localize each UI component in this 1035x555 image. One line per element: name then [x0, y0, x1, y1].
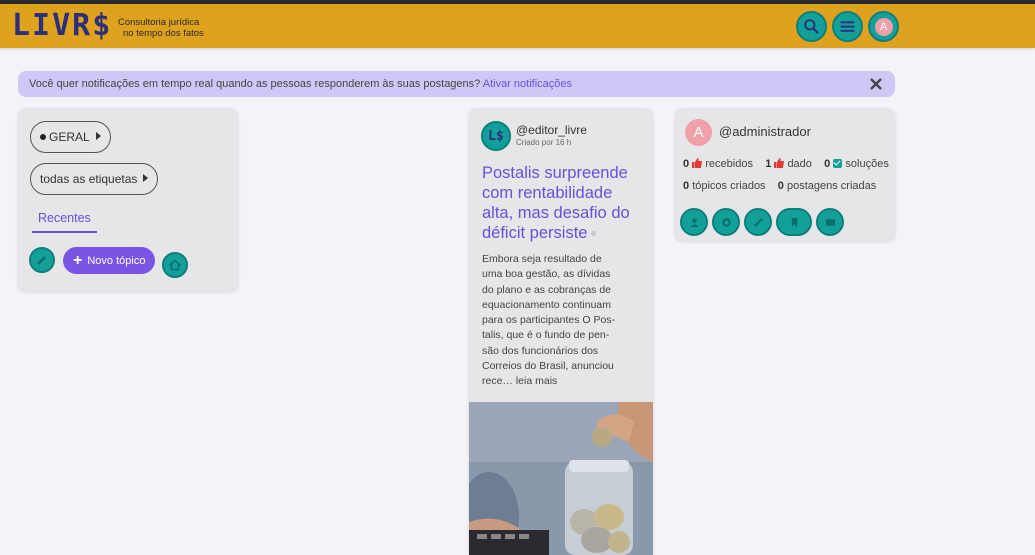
given-count: 1	[765, 158, 772, 170]
topic-meta: Criado por 16 h	[516, 138, 572, 147]
profile-button[interactable]	[680, 208, 708, 236]
posts-label: postagens criadas	[786, 180, 877, 192]
notification-text: Você quer notificações em tempo real qua…	[29, 78, 481, 90]
notification-banner: Você quer notificações em tempo real qua…	[18, 71, 895, 97]
status-dot-icon	[591, 231, 597, 236]
topics-label: tópicos criados	[692, 180, 766, 192]
category-label: GERAL	[49, 130, 90, 144]
tags-dropdown[interactable]: todas as etiquetas	[30, 163, 159, 195]
caret-right-icon	[95, 132, 101, 140]
category-color-dot	[40, 134, 46, 140]
enable-notifications-link[interactable]: Ativar notificações	[483, 78, 572, 90]
excerpt-line: talis, que é o fundo de pen-	[482, 329, 610, 342]
preferences-button[interactable]	[712, 208, 740, 236]
plus-icon: +	[73, 252, 83, 269]
topics-stats: 0 tópicos criados 0 postagens criadas	[683, 180, 876, 192]
tab-recentes[interactable]: Recentes	[32, 211, 97, 233]
excerpt-line: Embora seja resultado de	[482, 253, 602, 265]
search-icon	[804, 19, 819, 34]
thumbs-up-icon	[774, 158, 785, 168]
close-icon[interactable]	[869, 77, 883, 91]
notifications-level-button[interactable]	[162, 252, 188, 278]
wrench-icon	[37, 256, 46, 265]
thumbs-up-icon	[692, 158, 703, 168]
search-button[interactable]	[796, 11, 827, 42]
topic-thumbnail-image[interactable]	[469, 402, 653, 555]
received-count: 0	[683, 158, 690, 170]
new-topic-label: Novo tópico	[87, 255, 146, 267]
edit-button[interactable]	[744, 208, 772, 236]
user-icon	[689, 217, 699, 227]
posts-count: 0	[777, 180, 784, 192]
author-avatar[interactable]: L$	[481, 121, 511, 151]
profile-username[interactable]: @administrador	[719, 124, 811, 139]
user-menu-button[interactable]: A	[868, 11, 899, 42]
category-dropdown[interactable]: GERAL	[30, 121, 111, 153]
excerpt-line[interactable]: rece… leia mais	[482, 374, 622, 389]
site-tagline: Consultoria jurídica no tempo dos fatos	[118, 17, 204, 39]
excerpt-line: são dos funcionários dos	[482, 344, 599, 357]
topic-title-text[interactable]: Postalis surpreende com rentabilidade al…	[482, 164, 630, 242]
caret-right-icon	[143, 174, 149, 182]
tagline-line-1: Consultoria jurídica	[118, 17, 200, 28]
menu-icon	[840, 21, 855, 32]
filter-panel: GERAL todas as etiquetas Recentes + Novo …	[18, 108, 238, 291]
topics-count: 0	[683, 180, 690, 192]
pencil-icon	[753, 217, 763, 227]
site-header: LIVR$ Consultoria jurídica no tempo dos …	[0, 4, 1035, 48]
excerpt-line: uma boa gestão, as dívidas	[482, 268, 611, 281]
edit-category-button[interactable]	[29, 247, 55, 273]
site-logo[interactable]: LIVR$	[12, 10, 112, 42]
received-label: recebidos	[705, 158, 753, 170]
topic-excerpt: Embora seja resultado de uma boa gestão,…	[482, 252, 622, 390]
likes-stats: 0 recebidos 1 dado 0 soluções	[683, 158, 889, 170]
bookmarks-button[interactable]	[776, 208, 812, 236]
excerpt-line: do plano e as cobranças de	[482, 283, 612, 296]
solutions-count: 0	[824, 158, 831, 170]
messages-button[interactable]	[816, 208, 844, 236]
gear-icon	[721, 217, 731, 227]
topic-card[interactable]: L$ @editor_livre Criado por 16 h Postali…	[469, 108, 653, 555]
menu-button[interactable]	[832, 11, 863, 42]
user-profile-card: A @administrador 0 recebidos 1 dado 0 so…	[675, 108, 895, 241]
avatar: A	[874, 17, 893, 36]
tagline-line-2: no tempo dos fatos	[123, 28, 204, 39]
tags-label: todas as etiquetas	[40, 172, 138, 186]
bookmark-icon	[791, 217, 797, 227]
excerpt-line: Correios do Brasil, anunciou	[482, 360, 614, 373]
excerpt-line: para os participantes O Pos-	[482, 314, 616, 327]
solutions-label: soluções	[845, 158, 889, 170]
new-topic-button[interactable]: + Novo tópico	[63, 247, 155, 274]
profile-avatar[interactable]: A	[685, 119, 712, 146]
given-label: dado	[787, 158, 812, 170]
home-icon	[169, 259, 181, 271]
topic-title[interactable]: Postalis surpreende com rentabilidade al…	[482, 163, 642, 243]
excerpt-line: equacionamento continuam	[482, 298, 612, 311]
envelope-icon	[825, 218, 835, 226]
author-username[interactable]: @editor_livre	[516, 123, 587, 137]
checkbox-icon	[833, 159, 843, 168]
